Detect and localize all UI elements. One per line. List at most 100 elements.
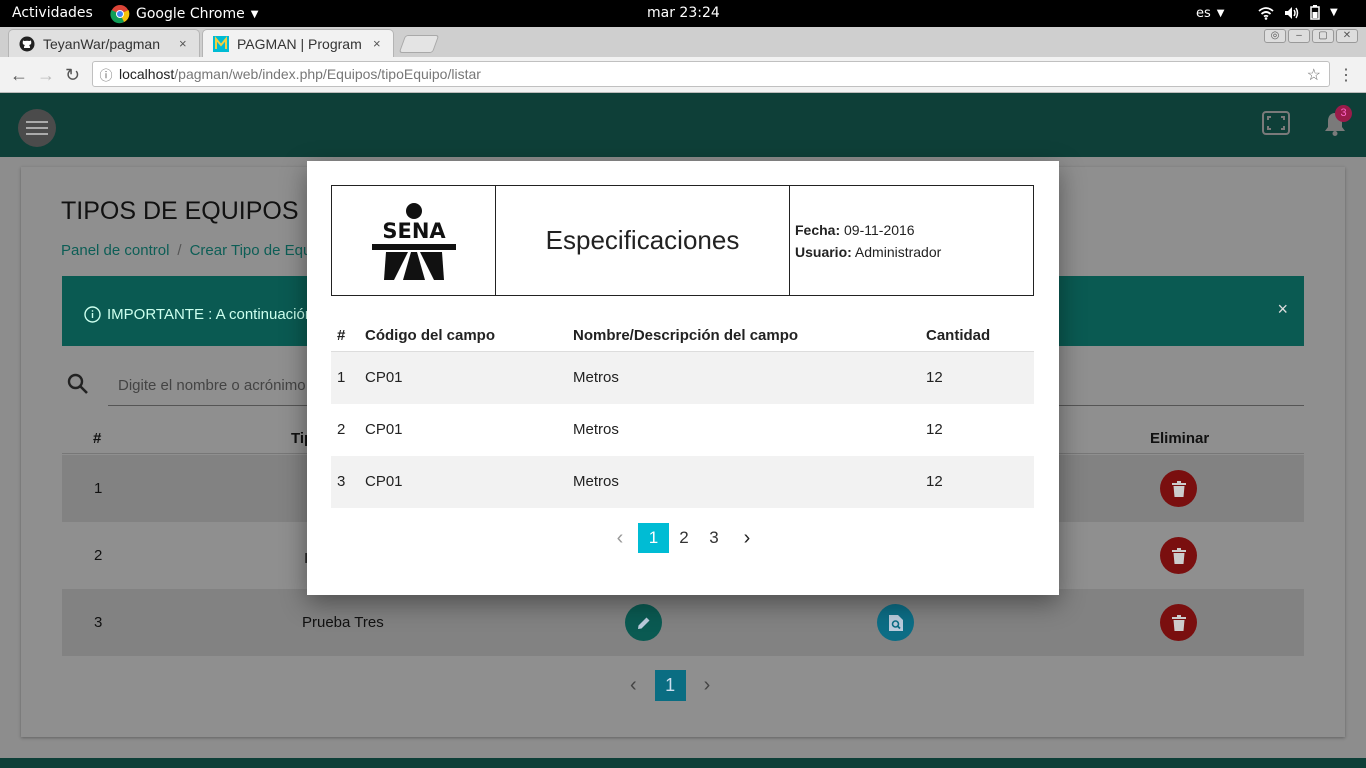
alert-text: IMPORTANTE : A continuación bbox=[107, 306, 314, 323]
tab-title: TeyanWar/pagman bbox=[43, 35, 160, 52]
col-num: # bbox=[93, 430, 102, 447]
delete-button[interactable] bbox=[1160, 470, 1197, 507]
system-top-bar: Actividades Google Chrome ▼ mar 23:24 es… bbox=[0, 0, 1366, 27]
col-code: Código del campo bbox=[365, 327, 496, 344]
battery-icon bbox=[1310, 5, 1320, 20]
fecha-label: Fecha: bbox=[795, 221, 841, 238]
url-path: /pagman/web/index.php/Equipos/tipoEquipo… bbox=[174, 66, 481, 82]
chevron-down-icon: ▼ bbox=[1330, 7, 1338, 18]
new-tab-button[interactable] bbox=[398, 35, 440, 53]
window-controls: ◎ – ▢ ✕ bbox=[1264, 29, 1358, 43]
chrome-menu-icon[interactable]: ⋮ bbox=[1338, 65, 1354, 85]
col-description: Nombre/Descripción del campo bbox=[573, 327, 799, 344]
modal-title: Especificaciones bbox=[496, 186, 790, 295]
chrome-icon bbox=[110, 5, 130, 24]
edit-button[interactable] bbox=[625, 604, 662, 641]
info-icon[interactable]: ⓘ bbox=[93, 65, 119, 84]
app-menu[interactable]: Google Chrome ▼ bbox=[110, 4, 258, 24]
delete-button[interactable] bbox=[1160, 537, 1197, 574]
browser-toolbar: ← → ↻ ⓘ localhost/pagman/web/index.php/E… bbox=[0, 57, 1366, 93]
row-name: Prueba Tres bbox=[302, 614, 384, 631]
breadcrumb-link[interactable]: Crear Tipo de Equ bbox=[190, 242, 312, 259]
activities-button[interactable]: Actividades bbox=[12, 5, 93, 21]
col-num: # bbox=[337, 327, 346, 344]
trash-icon bbox=[1171, 480, 1186, 497]
col-delete: Eliminar bbox=[1150, 430, 1210, 447]
profile-icon[interactable]: ◎ bbox=[1264, 29, 1286, 43]
page-button-current[interactable]: 1 bbox=[654, 670, 686, 701]
svg-text:SENA: SENA bbox=[382, 219, 446, 243]
search-input[interactable]: Digite el nombre o acrónimo bbox=[118, 377, 306, 394]
page-button[interactable]: 2 bbox=[669, 528, 699, 548]
back-arrow-icon[interactable]: ← bbox=[10, 65, 28, 86]
modal-pagination: ‹ 1 2 3 › bbox=[602, 523, 765, 553]
modal-header-box: SENA Especificaciones Fecha: 09-11-2016 … bbox=[331, 185, 1034, 296]
address-bar[interactable]: ⓘ localhost/pagman/web/index.php/Equipos… bbox=[92, 61, 1330, 87]
pencil-icon bbox=[637, 617, 649, 629]
table-row: 2 CP01 Metros 12 bbox=[331, 404, 1034, 456]
chevron-down-icon: ▼ bbox=[1216, 8, 1225, 19]
chevron-left-icon[interactable]: ‹ bbox=[602, 527, 638, 550]
page-button-current[interactable]: 1 bbox=[638, 523, 669, 553]
table-row: 3 Prueba Tres bbox=[62, 589, 1304, 656]
tab-close-button[interactable]: × bbox=[373, 36, 393, 51]
bookmark-star-icon[interactable]: ☆ bbox=[1307, 65, 1321, 85]
tab-pagman[interactable]: PAGMAN | Program × bbox=[202, 29, 394, 57]
cell-num: 2 bbox=[337, 421, 346, 438]
sena-logo: SENA bbox=[363, 191, 464, 290]
notification-badge: 3 bbox=[1335, 105, 1352, 122]
system-menu[interactable]: ▼ bbox=[1258, 5, 1338, 20]
file-search-icon bbox=[888, 614, 903, 631]
breadcrumb-separator: / bbox=[177, 242, 182, 259]
modal-meta: Fecha: 09-11-2016 Usuario: Administrador bbox=[790, 186, 1033, 295]
maximize-icon[interactable]: ▢ bbox=[1312, 29, 1334, 43]
tab-strip: TeyanWar/pagman × PAGMAN | Program × ◎ –… bbox=[0, 27, 1366, 57]
clock[interactable]: mar 23:24 bbox=[647, 5, 720, 21]
app-header: 3 bbox=[0, 93, 1366, 157]
row-num: 1 bbox=[94, 480, 103, 497]
cell-num: 3 bbox=[337, 473, 346, 490]
github-icon bbox=[19, 36, 35, 51]
cell-description: Metros bbox=[573, 473, 619, 490]
cell-code: CP01 bbox=[365, 473, 403, 490]
chevron-right-icon[interactable]: › bbox=[704, 674, 711, 697]
url-host: localhost bbox=[119, 66, 175, 82]
fullscreen-icon[interactable] bbox=[1262, 111, 1290, 135]
forward-arrow-icon[interactable]: → bbox=[37, 65, 55, 86]
hamburger-menu-icon[interactable] bbox=[18, 109, 56, 147]
chevron-down-icon: ▼ bbox=[250, 8, 259, 20]
tab-github[interactable]: TeyanWar/pagman × bbox=[8, 29, 200, 57]
chevron-left-icon[interactable]: ‹ bbox=[630, 674, 637, 697]
table-row: 3 CP01 Metros 12 bbox=[331, 456, 1034, 508]
pagination: ‹ 1 › bbox=[630, 670, 710, 701]
app-name: Google Chrome bbox=[136, 6, 245, 22]
table-row: 1 CP01 Metros 12 bbox=[331, 352, 1034, 404]
delete-button[interactable] bbox=[1160, 604, 1197, 641]
wifi-icon bbox=[1258, 6, 1274, 20]
language-menu[interactable]: es ▼ bbox=[1196, 6, 1224, 21]
info-icon bbox=[84, 306, 101, 323]
cell-code: CP01 bbox=[365, 421, 403, 438]
minimize-icon[interactable]: – bbox=[1288, 29, 1310, 43]
cell-quantity: 12 bbox=[926, 369, 943, 386]
cell-num: 1 bbox=[337, 369, 346, 386]
view-button[interactable] bbox=[877, 604, 914, 641]
specs-table: # Código del campo Nombre/Descripción de… bbox=[331, 317, 1034, 508]
reload-icon[interactable]: ↻ bbox=[65, 65, 80, 86]
usuario-label: Usuario: bbox=[795, 243, 852, 260]
breadcrumb: Panel de control / Crear Tipo de Equ bbox=[61, 242, 311, 259]
usuario-value: Administrador bbox=[854, 243, 942, 260]
specs-table-header: # Código del campo Nombre/Descripción de… bbox=[331, 317, 1034, 352]
tab-title: PAGMAN | Program bbox=[237, 35, 362, 52]
close-window-icon[interactable]: ✕ bbox=[1336, 29, 1358, 43]
cell-code: CP01 bbox=[365, 369, 403, 386]
chevron-right-icon[interactable]: › bbox=[729, 527, 765, 550]
tab-close-button[interactable]: × bbox=[179, 36, 199, 51]
breadcrumb-link[interactable]: Panel de control bbox=[61, 242, 169, 259]
alert-close-icon[interactable]: × bbox=[1277, 299, 1288, 320]
cell-description: Metros bbox=[573, 421, 619, 438]
cell-quantity: 12 bbox=[926, 421, 943, 438]
page-button[interactable]: 3 bbox=[699, 528, 729, 548]
specifications-modal: SENA Especificaciones Fecha: 09-11-2016 … bbox=[307, 161, 1059, 595]
footer-bar bbox=[0, 758, 1366, 768]
